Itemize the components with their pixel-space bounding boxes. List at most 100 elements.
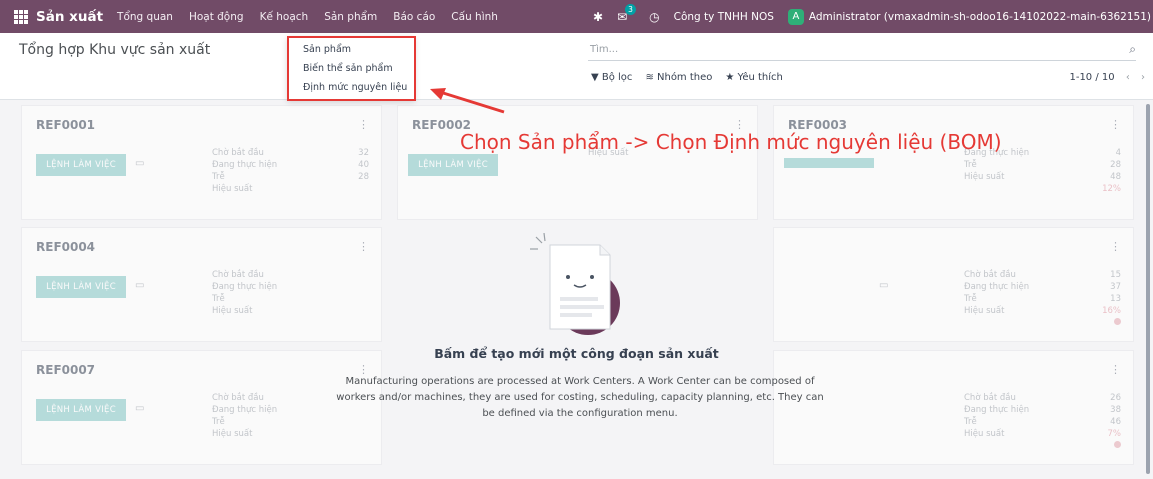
stat-label: Đang thực hiện xyxy=(212,160,278,170)
app-brand[interactable]: Sản xuất xyxy=(36,9,103,25)
empty-state-title[interactable]: Bấm để tạo mới một công đoạn sản xuất xyxy=(0,346,1153,361)
card-menu-icon[interactable]: ⋮ xyxy=(1110,363,1121,376)
pager-prev-icon[interactable]: ‹ xyxy=(1126,72,1130,83)
workcenter-card[interactable]: REF0007 ⋮ LỆNH LÀM VIỆC ▭ Chờ bắt đầu Đa… xyxy=(21,350,382,465)
card-menu-icon[interactable]: ⋮ xyxy=(358,118,369,131)
monitor-icon[interactable]: ▭ xyxy=(135,280,144,291)
stat-label: Đang thực hiện xyxy=(212,405,278,415)
stat-value: 40 xyxy=(358,160,369,170)
stat-value: 16% xyxy=(1102,306,1121,316)
work-orders-button[interactable] xyxy=(784,158,874,168)
avatar[interactable]: A xyxy=(787,8,804,25)
user-menu[interactable]: Administrator (vmaxadmin-sh-odoo16-14102… xyxy=(809,11,1151,23)
card-stat-labels: Chờ bắt đầu Đang thực hiện Trễ Hiệu suất xyxy=(212,269,277,317)
workcenter-card[interactable]: REF0002 ⋮ LỆNH LÀM VIỆC Hiệu suất xyxy=(397,105,758,220)
menu-reporting[interactable]: Báo cáo xyxy=(393,11,435,23)
work-orders-button[interactable]: LỆNH LÀM VIỆC xyxy=(408,154,498,176)
workcenter-card[interactable]: REF0001 ⋮ LỆNH LÀM VIỆC ▭ Chờ bắt đầu Đa… xyxy=(21,105,382,220)
work-orders-button[interactable]: LỆNH LÀM VIỆC xyxy=(36,154,126,176)
card-stat-values: 26 38 46 7% xyxy=(1107,392,1122,452)
stat-value: 37 xyxy=(1110,282,1121,292)
scrollbar[interactable] xyxy=(1146,104,1150,474)
filters-label: Bộ lọc xyxy=(601,72,633,83)
favorites-button[interactable]: ★ Yêu thích xyxy=(725,72,782,83)
page-title: Tổng hợp Khu vực sản xuất xyxy=(19,42,211,58)
workcenter-card[interactable]: REF0003 ⋮ Đang thực hiện Trễ Hiệu suất 4… xyxy=(773,105,1134,220)
empty-document-illustration xyxy=(530,233,620,335)
apps-menu-icon[interactable] xyxy=(14,9,28,24)
annotation-arrow-icon xyxy=(430,88,505,114)
card-stat-values: 32 40 28 xyxy=(358,147,369,183)
pager-next-icon[interactable]: › xyxy=(1141,72,1145,83)
top-navbar: Sản xuất Tổng quan Hoạt động Kế hoạch Sả… xyxy=(0,0,1153,33)
stat-label: Hiệu suất xyxy=(212,306,253,316)
card-stat-values: 15 37 13 16% xyxy=(1102,269,1121,329)
menu-planning[interactable]: Kế hoạch xyxy=(260,11,309,23)
card-menu-icon[interactable]: ⋮ xyxy=(1110,240,1121,253)
stat-value: 46 xyxy=(1110,417,1121,427)
card-stat-values: 4 28 48 12% xyxy=(1102,147,1121,195)
card-stat-labels: Chờ bắt đầu Đang thực hiện Trễ Hiệu suất xyxy=(212,392,277,440)
messages-badge: 3 xyxy=(625,3,636,15)
menu-operations[interactable]: Hoạt động xyxy=(189,11,244,23)
stat-value: 12% xyxy=(1102,184,1121,194)
bug-icon[interactable]: ✱ xyxy=(593,10,603,24)
pager-value[interactable]: 1-10 / 10 xyxy=(1069,72,1114,83)
search-icon[interactable]: ⌕ xyxy=(1129,42,1136,57)
stat-label: Hiệu suất xyxy=(964,429,1005,439)
group-by-button[interactable]: ≋ Nhóm theo xyxy=(645,72,712,83)
stat-label: Trễ xyxy=(964,160,977,170)
stat-label: Chờ bắt đầu xyxy=(964,393,1016,403)
dropdown-highlight-box xyxy=(287,36,416,101)
workcenter-card[interactable]: ⋮ ▭ Chờ bắt đầu Đang thực hiện Trễ Hiệu … xyxy=(773,227,1134,342)
menu-overview[interactable]: Tổng quan xyxy=(117,11,173,23)
card-stat-labels: Chờ bắt đầu Đang thực hiện Trễ Hiệu suất xyxy=(964,269,1029,317)
favorites-label: Yêu thích xyxy=(737,72,783,83)
stat-value: 15 xyxy=(1110,270,1121,280)
company-switcher[interactable]: Công ty TNHH NOS xyxy=(674,11,774,23)
work-orders-button[interactable]: LỆNH LÀM VIỆC xyxy=(36,276,126,298)
stat-value: 4 xyxy=(1115,148,1121,158)
control-panel: Tổng hợp Khu vực sản xuất Tìm... ⌕ ▼ Bộ … xyxy=(0,33,1153,100)
stat-label: Hiệu suất xyxy=(212,429,253,439)
monitor-icon[interactable]: ▭ xyxy=(879,280,888,291)
stat-label: Đang thực hiện xyxy=(964,405,1030,415)
search-input[interactable]: Tìm... ⌕ xyxy=(588,41,1136,61)
pager: 1-10 / 10 ‹ › xyxy=(1069,72,1145,83)
messages-icon[interactable]: ✉ 3 xyxy=(617,3,636,24)
stat-label: Trễ xyxy=(964,417,977,427)
stat-value: 28 xyxy=(1110,160,1121,170)
monitor-icon[interactable]: ▭ xyxy=(135,158,144,169)
card-ref: REF0001 xyxy=(36,118,96,132)
activity-clock-icon[interactable]: ◷ xyxy=(649,10,659,24)
empty-state-description: Manufacturing operations are processed a… xyxy=(336,376,824,419)
stat-label: Trễ xyxy=(964,294,977,304)
stat-value: 38 xyxy=(1110,405,1121,415)
stat-label: Đang thực hiện xyxy=(212,282,278,292)
stat-value: 7% xyxy=(1107,429,1122,439)
card-menu-icon[interactable]: ⋮ xyxy=(358,240,369,253)
stat-label: Chờ bắt đầu xyxy=(212,393,264,403)
card-ref: REF0007 xyxy=(36,363,96,377)
workcenter-card[interactable]: REF0004 ⋮ LỆNH LÀM VIỆC ▭ Chờ bắt đầu Đa… xyxy=(21,227,382,342)
annotation-text: Chọn Sản phẩm -> Chọn Định mức nguyên li… xyxy=(460,130,1002,154)
stat-value: 26 xyxy=(1110,393,1121,403)
menu-products[interactable]: Sản phẩm xyxy=(324,11,377,23)
filters-button[interactable]: ▼ Bộ lọc xyxy=(591,72,632,83)
stat-label: Hiệu suất xyxy=(964,172,1005,182)
menu-configuration[interactable]: Cấu hình xyxy=(451,11,498,23)
stat-value: 32 xyxy=(358,148,369,158)
stat-label: Trễ xyxy=(212,172,225,182)
stat-label: Chờ bắt đầu xyxy=(964,270,1016,280)
card-menu-icon[interactable]: ⋮ xyxy=(1110,118,1121,131)
work-orders-button[interactable]: LỆNH LÀM VIỆC xyxy=(36,399,126,421)
stat-label: Hiệu suất xyxy=(964,306,1005,316)
stat-label: Hiệu suất xyxy=(212,184,253,194)
status-dot xyxy=(1114,318,1121,325)
monitor-icon[interactable]: ▭ xyxy=(135,403,144,414)
stat-value: 13 xyxy=(1110,294,1121,304)
stat-label: Trễ xyxy=(212,294,225,304)
card-stat-labels: Chờ bắt đầu Đang thực hiện Trễ Hiệu suất xyxy=(212,147,277,195)
card-ref: REF0004 xyxy=(36,240,96,254)
group-by-label: Nhóm theo xyxy=(657,72,713,83)
